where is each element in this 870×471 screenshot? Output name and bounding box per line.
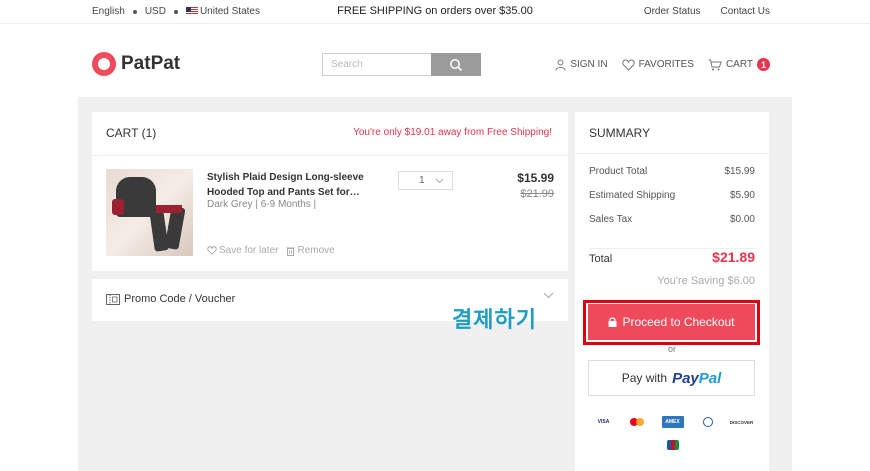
product-image-plaid: [112, 199, 124, 215]
sign-in-label: SIGN IN: [570, 59, 608, 70]
cart-link[interactable]: CART 1: [708, 58, 770, 71]
header: PatPat SIGN IN FAVORITES CART 1: [0, 24, 870, 97]
quantity-select[interactable]: 1: [398, 171, 453, 190]
lock-icon: [608, 317, 617, 327]
sign-in-link[interactable]: SIGN IN: [555, 59, 608, 71]
chevron-down-icon: [435, 178, 444, 183]
cart-count-badge: 1: [757, 58, 770, 71]
save-for-later-button[interactable]: Save for later: [207, 245, 278, 256]
heart-icon: [207, 246, 217, 255]
voucher-icon: [106, 293, 120, 305]
search-icon: [450, 58, 463, 71]
top-bar: English USD United States FREE SHIPPING …: [0, 0, 870, 24]
search-button[interactable]: [431, 53, 481, 76]
quantity-value: 1: [419, 175, 425, 186]
item-original-price: $21.99: [520, 188, 554, 200]
proceed-to-checkout-button[interactable]: Proceed to Checkout: [588, 304, 755, 340]
favorites-label: FAVORITES: [638, 59, 694, 70]
paypal-logo-pal: Pal: [698, 369, 722, 387]
summary-row-value: $15.99: [724, 166, 755, 177]
paypal-logo-pay: Pay: [672, 369, 699, 387]
summary-total: Total $21.89: [589, 248, 755, 265]
summary-row-product-total: Product Total $15.99: [589, 166, 755, 177]
mastercard-icon: [628, 416, 648, 428]
summary-row-label: Sales Tax: [589, 214, 633, 225]
discover-icon: DISCOVER: [729, 419, 754, 425]
or-divider: or: [667, 344, 676, 354]
total-value: $21.89: [712, 249, 755, 265]
diners-club-icon: [698, 416, 718, 428]
cart-panel: CART (1) You're only $19.01 away from Fr…: [92, 112, 568, 271]
promo-label-wrap: Promo Code / Voucher: [106, 293, 235, 305]
contact-us-link[interactable]: Contact Us: [721, 6, 770, 17]
summary-title: SUMMARY: [575, 112, 769, 154]
search-bar: [322, 53, 481, 76]
annotation-label: 결제하기: [452, 307, 537, 332]
cart-label: CART: [725, 59, 753, 70]
remove-label: Remove: [297, 245, 335, 256]
search-input[interactable]: [322, 53, 431, 76]
payment-methods: VISA AMEX DISCOVER: [590, 416, 755, 450]
order-status-link[interactable]: Order Status: [644, 6, 701, 17]
paypal-button[interactable]: Pay with Pay Pal: [588, 360, 755, 396]
pay-with-label: Pay with: [621, 371, 668, 385]
summary-row-value: $0.00: [729, 214, 755, 225]
cart-header: CART (1) You're only $19.01 away from Fr…: [92, 112, 568, 156]
total-label: Total: [589, 253, 613, 265]
heart-icon: [621, 58, 635, 71]
visa-icon: VISA: [597, 419, 610, 425]
cart-icon: [708, 59, 722, 70]
cart-title: CART (1): [106, 126, 157, 140]
user-icon: [555, 59, 566, 71]
promo-label: Promo Code / Voucher: [124, 293, 236, 305]
jcb-icon: [666, 440, 679, 450]
free-shipping-note: You're only $19.01 away from Free Shippi…: [353, 127, 552, 138]
item-price: $15.99: [517, 171, 554, 185]
save-for-later-label: Save for later: [219, 245, 279, 256]
product-variant: Dark Grey | 6-9 Months |: [207, 199, 317, 210]
summary-row-sales-tax: Sales Tax $0.00: [589, 214, 755, 225]
patpat-logo-icon: [92, 52, 116, 76]
amex-icon: AMEX: [661, 416, 684, 428]
checkout-label: Proceed to Checkout: [622, 315, 735, 329]
remove-button[interactable]: Remove: [286, 245, 335, 256]
favorites-link[interactable]: FAVORITES: [621, 58, 694, 71]
product-image[interactable]: [106, 169, 193, 256]
logo-text: PatPat: [121, 53, 181, 74]
summary-row-value: $5.90: [729, 190, 755, 201]
trash-icon: [286, 247, 295, 256]
saving-text: You're Saving $6.00: [657, 275, 755, 287]
logo[interactable]: PatPat: [92, 52, 180, 76]
product-name-link[interactable]: Stylish Plaid Design Long-sleeve Hooded …: [207, 170, 367, 200]
chevron-down-icon: [543, 292, 554, 299]
page: English USD United States FREE SHIPPING …: [0, 0, 870, 471]
summary-row-label: Estimated Shipping: [589, 190, 676, 201]
summary-row-shipping: Estimated Shipping $5.90: [589, 190, 755, 201]
summary-row-label: Product Total: [589, 166, 648, 177]
product-image-waistband: [156, 205, 182, 213]
